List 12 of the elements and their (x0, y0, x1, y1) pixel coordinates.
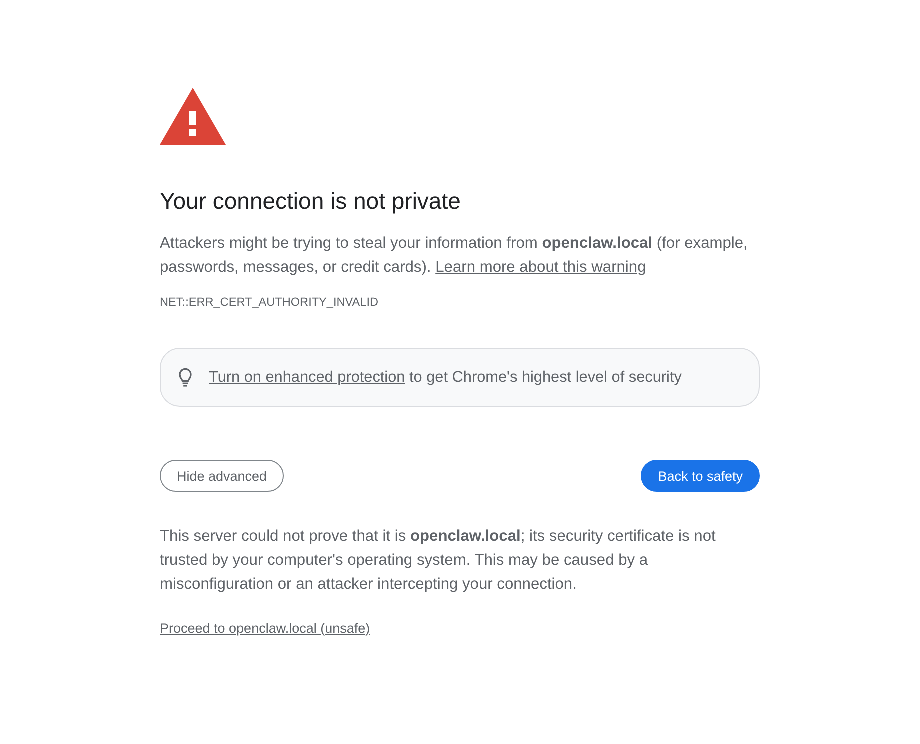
error-code: NET::ERR_CERT_AUTHORITY_INVALID (160, 294, 379, 310)
explanation-text: Attackers might be trying to steal your information from openclaw.local (for example, passwords, messages, or credit cards). Learn more about this warning (160, 234, 749, 278)
lightbulb-icon (179, 368, 192, 387)
learn-more-link[interactable]: Learn more about this warning (436, 259, 646, 276)
warning-icon (160, 88, 226, 145)
details-text: This server could not prove that it is openclaw.local; its security certificate is not trusted by your computer's operating system. This may be caused by a misconfiguration or an attacker intercepting your connection. (160, 527, 717, 595)
enhanced-protection-link[interactable]: Turn on enhanced protection (209, 368, 406, 386)
protection-text: Turn on enhanced protection to get Chrome's highest level of security (209, 368, 682, 388)
page-heading: Your connection is not private (160, 187, 461, 215)
back-to-safety-button[interactable]: Back to safety (641, 460, 760, 492)
hide-advanced-button[interactable]: Hide advanced (160, 460, 284, 492)
proceed-link[interactable]: Proceed to openclaw.local (unsafe) (160, 620, 370, 638)
